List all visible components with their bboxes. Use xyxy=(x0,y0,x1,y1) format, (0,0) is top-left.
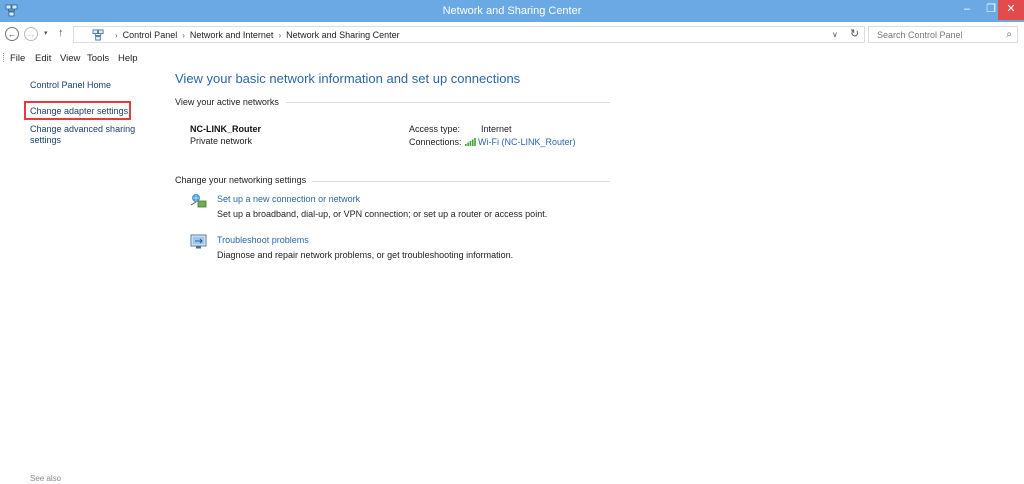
menu-file[interactable]: File xyxy=(10,53,25,64)
breadcrumb-control-panel[interactable]: Control Panel xyxy=(123,30,178,40)
connection-link-text[interactable]: Wi-Fi (NC-LINK_Router) xyxy=(478,137,576,147)
setup-connection-link[interactable]: Set up a new connection or network xyxy=(217,194,360,204)
network-type-link[interactable]: Private network xyxy=(190,136,252,146)
sidebar-item-control-panel-home[interactable]: Control Panel Home xyxy=(30,80,150,91)
menu-grip xyxy=(3,53,5,62)
access-type-value: Internet xyxy=(481,124,512,134)
network-name: NC-LINK_Router xyxy=(190,124,261,134)
troubleshoot-description: Diagnose and repair network problems, or… xyxy=(217,250,514,260)
search-icon[interactable]: ⌕ xyxy=(1006,29,1012,40)
divider xyxy=(286,102,610,103)
search-input[interactable]: Search Control Panel xyxy=(877,30,963,40)
troubleshoot-icon xyxy=(190,234,207,249)
sidebar-item-change-advanced-sharing[interactable]: Change advanced sharing settings xyxy=(30,124,145,146)
access-type-label: Access type: xyxy=(409,124,461,134)
recent-locations-chevron-icon[interactable]: ▾ xyxy=(44,29,48,37)
window-title: Network and Sharing Center xyxy=(442,5,582,17)
breadcrumb-separator-icon: › xyxy=(115,31,118,40)
breadcrumb-separator-icon: › xyxy=(182,31,185,40)
search-box[interactable]: Search Control Panel ⌕ xyxy=(868,26,1018,43)
menu-bar: File Edit View Tools Help xyxy=(0,48,1024,66)
title-bar: Network and Sharing Center – ❐ ✕ xyxy=(0,0,1024,22)
connection-link[interactable]: Wi-Fi (NC-LINK_Router) xyxy=(465,137,576,147)
page-title: View your basic network information and … xyxy=(175,71,521,86)
forward-button[interactable]: → xyxy=(24,27,38,41)
wifi-signal-icon xyxy=(465,138,476,146)
address-dropdown-icon[interactable]: ∨ xyxy=(832,30,838,39)
active-networks-heading: View your active networks xyxy=(175,97,279,107)
sidebar-item-change-adapter-settings[interactable]: Change adapter settings xyxy=(30,106,150,117)
menu-tools[interactable]: Tools xyxy=(87,53,109,64)
connections-label: Connections: xyxy=(409,137,462,147)
new-connection-icon xyxy=(190,194,207,208)
divider xyxy=(312,181,610,182)
see-also-label: See also xyxy=(30,474,62,483)
breadcrumb-network-sharing-center[interactable]: Network and Sharing Center xyxy=(286,30,400,40)
minimize-button[interactable]: – xyxy=(954,0,980,20)
back-button[interactable]: ← xyxy=(5,27,19,41)
breadcrumb: › Control Panel › Network and Internet › Netw… xyxy=(110,30,400,40)
address-bar[interactable]: › Control Panel › Network and Internet › Netw… xyxy=(73,26,865,43)
setup-connection-description: Set up a broadband, dial-up, or VPN conn… xyxy=(217,209,548,219)
network-center-icon xyxy=(92,29,104,41)
change-settings-heading: Change your networking settings xyxy=(175,175,307,185)
menu-edit[interactable]: Edit xyxy=(35,53,51,64)
breadcrumb-separator-icon: › xyxy=(278,31,282,40)
close-button[interactable]: ✕ xyxy=(998,0,1024,20)
up-arrow-button[interactable]: ↑ xyxy=(58,27,64,39)
menu-help[interactable]: Help xyxy=(118,53,138,64)
breadcrumb-network-internet[interactable]: Network and Internet xyxy=(190,30,274,40)
menu-view[interactable]: View xyxy=(60,53,80,64)
address-row: ← → ▾ ↑ › Control Panel › Network and Inter… xyxy=(0,22,1024,48)
refresh-icon[interactable]: ↻ xyxy=(850,27,859,40)
troubleshoot-problems-link[interactable]: Troubleshoot problems xyxy=(217,235,309,245)
